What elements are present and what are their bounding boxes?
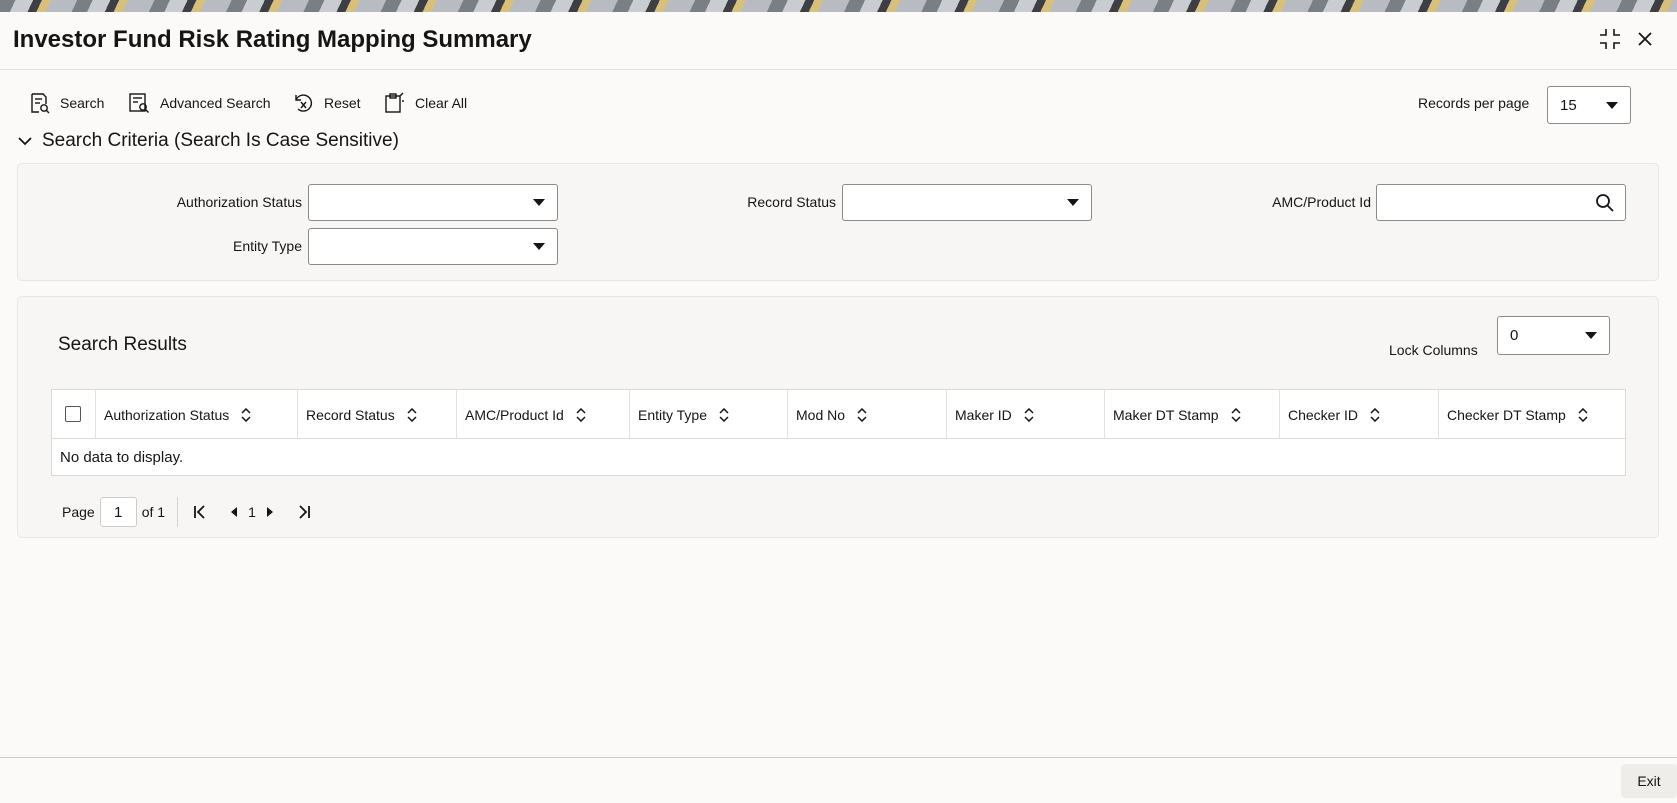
column-header-label: Checker ID xyxy=(1288,406,1359,423)
collapse-icon[interactable] xyxy=(1597,26,1623,52)
lock-columns-label: Lock Columns xyxy=(1389,342,1478,358)
header-banner-strip xyxy=(0,0,1677,12)
select-all-checkbox[interactable] xyxy=(65,406,81,422)
column-header-maker-dt-stamp[interactable]: Maker DT Stamp xyxy=(1104,390,1279,439)
page-of-label: of 1 xyxy=(141,504,166,520)
column-header-maker-id[interactable]: Maker ID xyxy=(946,390,1104,439)
toolbar: Search Advanced Search Reset Clear All R… xyxy=(0,72,1677,128)
records-per-page-value: 15 xyxy=(1560,96,1577,114)
chevron-down-icon xyxy=(18,137,32,146)
pagination: Page 1 of 1 1 xyxy=(62,496,314,528)
search-results-title: Search Results xyxy=(58,334,187,355)
first-page-icon[interactable] xyxy=(190,502,210,522)
advanced-search-button-label: Advanced Search xyxy=(160,95,271,111)
search-criteria-header: Search Criteria (Search Is Case Sensitiv… xyxy=(42,130,399,151)
reset-button[interactable]: Reset xyxy=(292,92,361,114)
sort-icon[interactable] xyxy=(1578,407,1588,422)
results-table: Authorization Status Record Status AMC/Pro… xyxy=(51,389,1626,476)
reset-button-label: Reset xyxy=(324,95,361,111)
summary-window: Investor Fund Risk Rating Mapping Summar… xyxy=(0,12,1677,803)
chevron-down-icon xyxy=(1585,332,1597,339)
column-header-record-status[interactable]: Record Status xyxy=(297,390,456,439)
column-header-mod-no[interactable]: Mod No xyxy=(787,390,946,439)
search-icon[interactable] xyxy=(1595,193,1615,213)
sort-icon[interactable] xyxy=(241,407,251,422)
page-title: Investor Fund Risk Rating Mapping Summar… xyxy=(13,26,532,53)
authorization-status-label: Authorization Status xyxy=(176,194,302,210)
column-header-label: Record Status xyxy=(306,406,395,423)
page-number-value: 1 xyxy=(114,503,123,521)
authorization-status-select[interactable] xyxy=(308,184,558,221)
column-header-checker-id[interactable]: Checker ID xyxy=(1279,390,1438,439)
lock-columns-value: 0 xyxy=(1510,327,1519,344)
amc-product-id-field[interactable] xyxy=(1376,184,1626,221)
search-criteria-panel: Authorization Status Record Status AMC/P… xyxy=(17,163,1659,281)
last-page-icon[interactable] xyxy=(294,502,314,522)
sort-icon[interactable] xyxy=(857,407,867,422)
sort-icon[interactable] xyxy=(407,407,417,422)
column-header-label: Maker ID xyxy=(955,406,1012,423)
search-button[interactable]: Search xyxy=(28,92,104,114)
column-header-label: Entity Type xyxy=(638,406,708,423)
reset-icon xyxy=(295,94,313,112)
chevron-down-icon xyxy=(533,199,545,206)
column-header-label: Maker DT Stamp xyxy=(1113,406,1219,423)
entity-type-select[interactable] xyxy=(308,228,558,265)
records-per-page-select[interactable]: 15 xyxy=(1547,86,1631,124)
column-header-label: Checker DT Stamp xyxy=(1447,406,1566,423)
search-criteria-toggle[interactable]: Search Criteria (Search Is Case Sensitiv… xyxy=(18,130,399,152)
close-icon[interactable] xyxy=(1632,26,1658,52)
chevron-down-icon xyxy=(533,243,545,250)
search-button-label: Search xyxy=(60,95,105,111)
records-per-page-label: Records per page xyxy=(1418,95,1530,111)
column-header-label: Mod No xyxy=(796,406,846,423)
column-header-amc-product-id[interactable]: AMC/Product Id xyxy=(456,390,629,439)
column-header-label: Authorization Status xyxy=(104,406,230,423)
search-form-icon xyxy=(31,93,50,114)
sort-icon[interactable] xyxy=(719,407,729,422)
record-status-label: Record Status xyxy=(747,194,836,210)
footer-bar: Exit xyxy=(0,757,1677,803)
clear-all-button[interactable]: Clear All xyxy=(383,92,467,114)
page-label: Page xyxy=(62,504,95,520)
clipboard-icon xyxy=(385,92,404,113)
advanced-search-icon xyxy=(129,93,149,113)
results-table-header: Authorization Status Record Status AMC/Pro… xyxy=(52,390,1625,439)
exit-button[interactable]: Exit xyxy=(1621,764,1677,798)
title-bar: Investor Fund Risk Rating Mapping Summar… xyxy=(0,12,1677,70)
column-header-label: AMC/Product Id xyxy=(465,406,564,423)
advanced-search-button[interactable]: Advanced Search xyxy=(128,92,271,114)
chevron-down-icon xyxy=(1606,101,1618,109)
sort-icon[interactable] xyxy=(576,407,586,422)
current-page-number[interactable]: 1 xyxy=(248,504,256,520)
chevron-down-icon xyxy=(1067,199,1079,206)
column-header-entity-type[interactable]: Entity Type xyxy=(629,390,787,439)
sort-icon[interactable] xyxy=(1024,407,1034,422)
clear-all-button-label: Clear All xyxy=(415,95,468,111)
page-number-input[interactable]: 1 xyxy=(99,497,137,527)
entity-type-label: Entity Type xyxy=(232,238,302,254)
record-status-select[interactable] xyxy=(842,184,1092,221)
column-header-checker-dt-stamp[interactable]: Checker DT Stamp xyxy=(1438,390,1625,439)
previous-page-icon[interactable] xyxy=(224,502,244,522)
sort-icon[interactable] xyxy=(1231,407,1241,422)
lock-columns-select[interactable]: 0 xyxy=(1497,316,1610,355)
sort-icon[interactable] xyxy=(1370,407,1380,422)
next-page-icon[interactable] xyxy=(260,502,280,522)
empty-message: No data to display. xyxy=(60,449,184,466)
column-header-authorization-status[interactable]: Authorization Status xyxy=(95,390,297,439)
amc-product-id-label: AMC/Product Id xyxy=(1272,194,1371,210)
pager-divider xyxy=(177,497,179,527)
